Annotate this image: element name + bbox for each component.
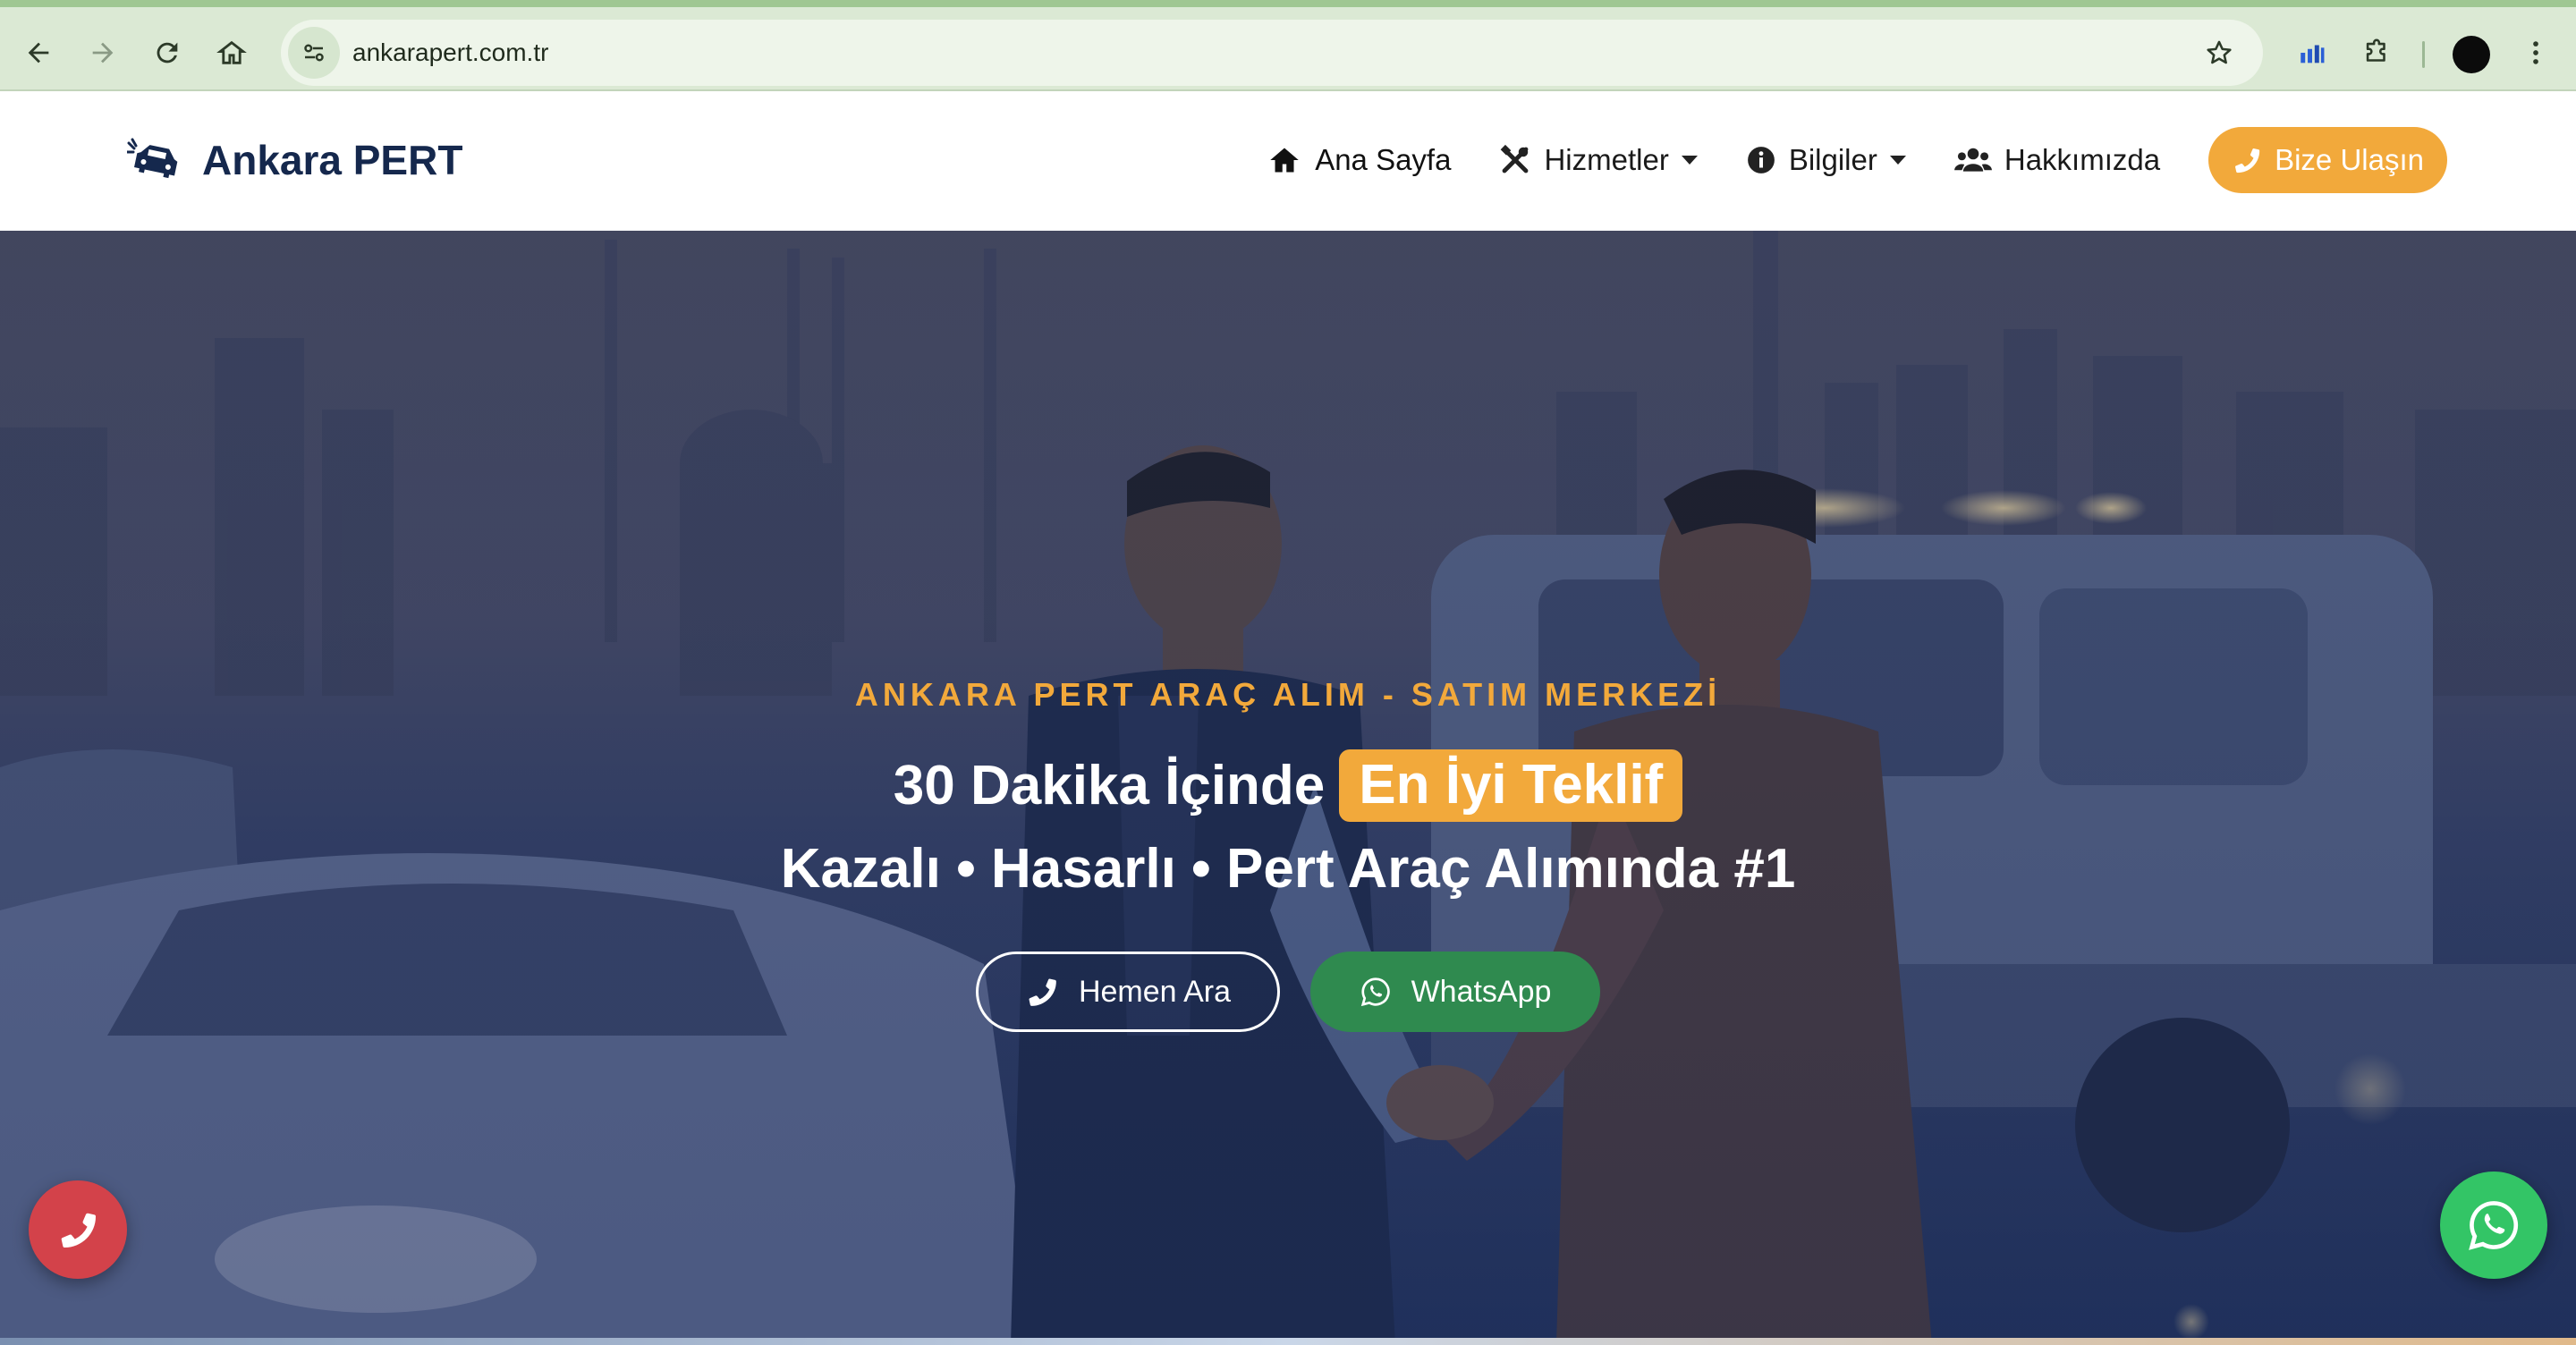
call-now-label: Hemen Ara <box>1078 974 1232 1009</box>
back-button[interactable] <box>14 29 63 77</box>
info-icon <box>1747 147 1775 173</box>
reload-button[interactable] <box>143 29 191 77</box>
nav-menu: Ana Sayfa Hizmetler Bilgiler Hakkımızda … <box>1267 127 2447 193</box>
bar-chart-icon <box>2301 45 2325 63</box>
call-now-button[interactable]: Hemen Ara <box>976 952 1280 1032</box>
home-outline-icon <box>216 40 247 64</box>
forward-button[interactable] <box>79 29 127 77</box>
star-icon <box>2207 40 2232 64</box>
hero-section: ANKARA PERT ARAÇ ALIM - SATIM MERKEZİ 30… <box>0 231 2576 1345</box>
home-icon <box>1270 148 1299 173</box>
hero-headline-highlight: En İyi Teklif <box>1339 749 1683 822</box>
whatsapp-label: WhatsApp <box>1411 974 1552 1009</box>
phone-icon <box>1029 978 1056 1006</box>
nav-item-label: Bilgiler <box>1788 143 1877 176</box>
url-text[interactable]: ankarapert.com.tr <box>352 38 548 67</box>
puzzle-icon <box>2366 38 2385 62</box>
tune-icon <box>304 44 324 62</box>
nav-item-bilgiler[interactable]: Bilgiler <box>1746 143 1906 177</box>
floating-whatsapp-button[interactable] <box>2440 1172 2547 1279</box>
extensions-button[interactable] <box>2352 29 2401 77</box>
hero-headline-lead: 30 Dakika İçinde <box>893 755 1326 816</box>
extension-analytics-button[interactable] <box>2288 29 2336 77</box>
contact-button-label: Bize Ulaşın <box>2275 143 2424 176</box>
floating-call-button[interactable] <box>29 1180 127 1279</box>
hero-cta-row: Hemen Ara WhatsApp <box>0 952 2576 1032</box>
phone-icon <box>61 1213 97 1248</box>
nav-item-ana-sayfa[interactable]: Ana Sayfa <box>1267 143 1451 177</box>
browser-toolbar: ankarapert.com.tr <box>0 0 2576 91</box>
brand-link[interactable]: Ankara PERT <box>127 136 462 184</box>
toolbar-separator <box>2422 41 2425 68</box>
home-button[interactable] <box>208 29 256 77</box>
site-navbar: Ankara PERT Ana Sayfa Hizmetler Bilgiler <box>0 91 2576 231</box>
nav-item-label: Hizmetler <box>1544 143 1669 176</box>
whatsapp-icon <box>1360 977 1390 1007</box>
profile-avatar[interactable] <box>2453 36 2490 73</box>
address-bar[interactable]: ankarapert.com.tr <box>281 20 2263 86</box>
brand-name: Ankara PERT <box>202 137 463 183</box>
nav-item-hizmetler[interactable]: Hizmetler <box>1499 143 1698 177</box>
nav-item-hakkimizda[interactable]: Hakkımızda <box>1953 143 2161 177</box>
arrow-left-icon <box>28 42 49 63</box>
browser-menu-button[interactable] <box>2512 29 2560 77</box>
arrow-right-icon <box>92 42 114 63</box>
reload-icon <box>157 42 178 63</box>
chevron-down-icon <box>1681 156 1698 165</box>
bookmark-button[interactable] <box>2197 30 2241 75</box>
chevron-down-icon <box>1889 156 1906 165</box>
more-vert-icon <box>2533 41 2538 64</box>
car-crash-icon <box>127 138 178 179</box>
whatsapp-icon <box>2469 1201 2519 1250</box>
phone-icon <box>2235 148 2260 173</box>
users-icon <box>1953 148 1992 172</box>
tools-icon <box>1501 144 1529 173</box>
hero-headline: 30 Dakika İçinde En İyi Teklif <box>0 749 2576 822</box>
hero-subheadline: Kazalı • Hasarlı • Pert Araç Alımında #1 <box>780 838 1796 900</box>
hero-eyebrow: ANKARA PERT ARAÇ ALIM - SATIM MERKEZİ <box>854 676 1722 713</box>
whatsapp-button[interactable]: WhatsApp <box>1310 952 1600 1032</box>
site-info-button[interactable] <box>288 27 340 79</box>
nav-item-label: Ana Sayfa <box>1315 143 1452 176</box>
contact-button[interactable]: Bize Ulaşın <box>2208 127 2447 193</box>
nav-item-label: Hakkımızda <box>2004 143 2161 176</box>
next-section-edge <box>0 1338 2576 1345</box>
